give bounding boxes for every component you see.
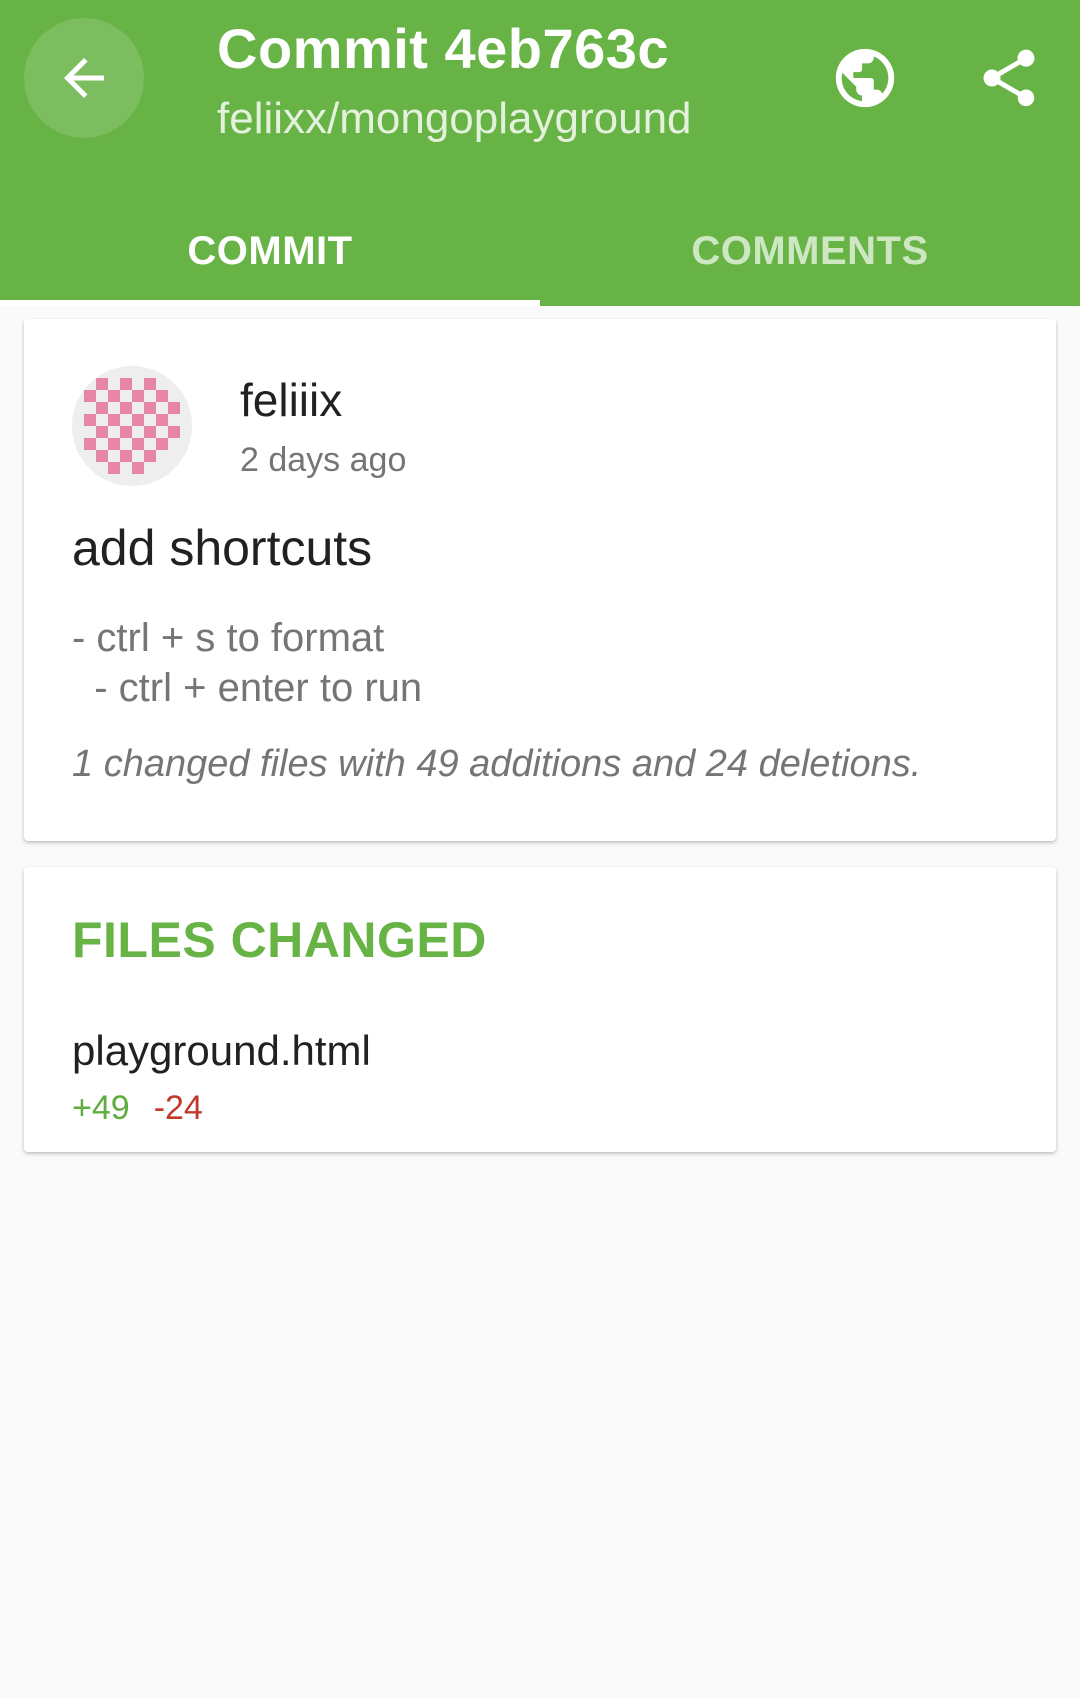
share-button[interactable] [964,38,1054,118]
active-tab-indicator [0,300,540,306]
changes-summary: 1 changed files with 49 additions and 24… [72,743,922,785]
identicon-avatar [72,366,192,486]
tab-comments[interactable]: COMMENTS [540,196,1080,306]
arrow-back-icon [64,58,104,98]
tab-comments-label: COMMENTS [691,228,929,273]
commit-time: 2 days ago [240,441,407,479]
commit-message-body: - ctrl + s to format - ctrl + enter to r… [72,616,423,710]
file-stats: +49 -24 [72,1089,203,1128]
tab-commit-label: COMMIT [187,228,353,273]
avatar[interactable] [72,366,192,486]
share-icon [983,49,1035,107]
files-changed-card: FILES CHANGED playground.html +49 -24 [24,867,1056,1152]
commit-card: feliiix 2 days ago add shortcuts - ctrl … [24,319,1056,841]
files-changed-header: FILES CHANGED [72,912,487,968]
repo-subtitle: feliixx/mongoplayground [217,94,692,143]
additions-count: +49 [72,1089,130,1127]
open-in-browser-button[interactable] [820,38,910,118]
deletions-count: -24 [153,1089,203,1127]
globe-icon [835,48,895,108]
back-button[interactable] [24,18,144,138]
file-list-item[interactable]: playground.html +49 -24 [72,1027,1008,1137]
tab-commit[interactable]: COMMIT [0,196,540,306]
tab-bar: COMMIT COMMENTS [0,196,1080,306]
commit-title: add shortcuts [72,520,373,576]
file-name: playground.html [72,1027,371,1074]
app-bar: Commit 4eb763c feliixx/mongoplayground C… [0,0,1080,306]
page-title: Commit 4eb763c [217,17,670,80]
commit-author[interactable]: feliiix [240,373,342,427]
